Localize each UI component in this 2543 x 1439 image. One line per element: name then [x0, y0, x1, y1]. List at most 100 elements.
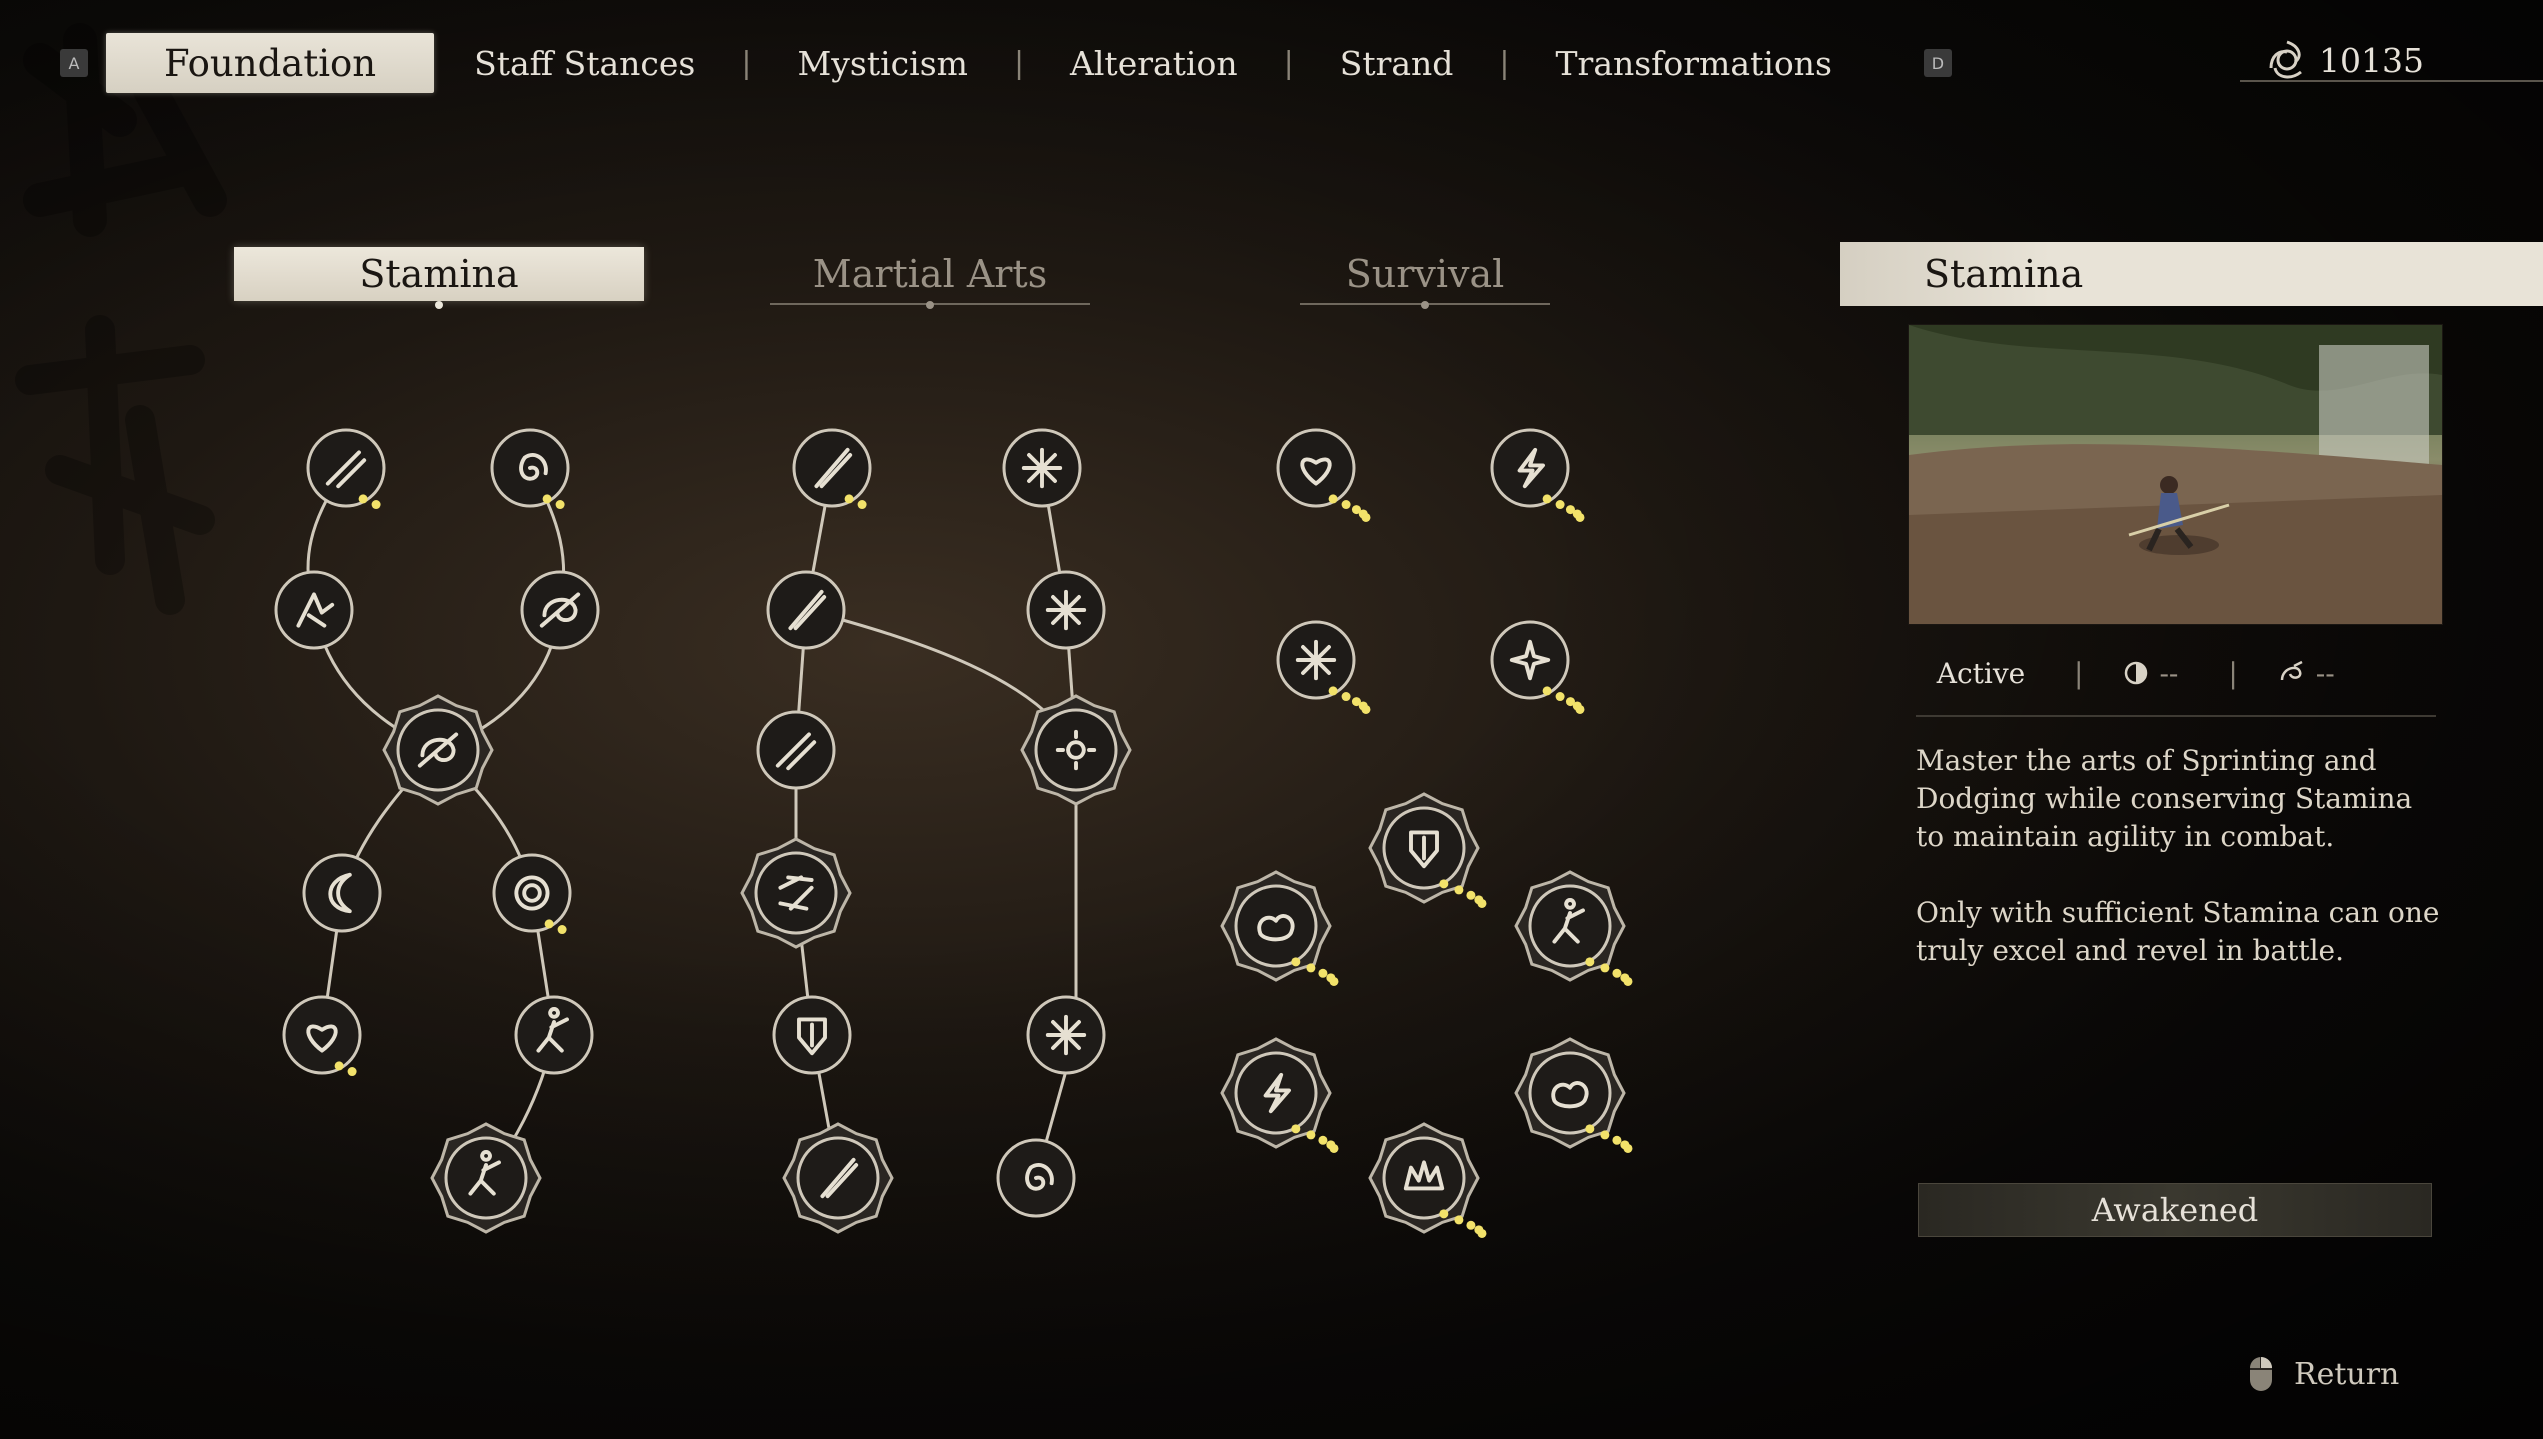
upgrade-dot — [1361, 704, 1371, 714]
skill-node[interactable] — [1002, 428, 1082, 508]
node-circle — [282, 995, 362, 1075]
upgrade-dot — [1439, 1209, 1449, 1219]
upgrade-dot — [857, 500, 867, 510]
upgrade-dot — [1477, 898, 1487, 908]
upgrade-dot — [1341, 692, 1351, 702]
skill-node[interactable] — [492, 853, 572, 935]
upgrade-dot — [1318, 968, 1328, 978]
upgrade-dot — [1600, 1130, 1610, 1140]
skill-node[interactable] — [740, 837, 852, 949]
upgrade-dot — [1306, 963, 1316, 973]
skill-node[interactable] — [1514, 1037, 1633, 1153]
skill-node[interactable] — [1220, 870, 1339, 986]
skill-node[interactable] — [766, 570, 846, 650]
upgrade-dot — [542, 494, 552, 504]
stats-divider — [1916, 715, 2436, 717]
upgrade-dot — [1328, 686, 1338, 696]
skill-node[interactable] — [1490, 428, 1585, 522]
node-circle — [1528, 1051, 1612, 1135]
upgrade-dot — [1623, 1143, 1633, 1153]
upgrade-dot — [1329, 1143, 1339, 1153]
node-circle — [754, 851, 838, 935]
node-circle — [1528, 884, 1612, 968]
skill-node[interactable] — [514, 995, 594, 1075]
node-circle — [1490, 428, 1570, 508]
node-circle — [444, 1136, 528, 1220]
burst-icon — [1045, 589, 1087, 631]
skill-status: Active — [1936, 656, 2026, 690]
upgrade-dot — [1328, 494, 1338, 504]
skill-node[interactable] — [430, 1122, 542, 1234]
skill-node[interactable] — [756, 710, 836, 790]
moon-phase-icon — [2125, 661, 2148, 685]
skill-node[interactable] — [996, 1138, 1076, 1218]
upgrade-dot — [1341, 500, 1351, 510]
node-circle — [1234, 1051, 1318, 1135]
skill-node[interactable] — [1276, 620, 1371, 714]
upgrade-dot — [1439, 879, 1449, 889]
node-circle — [1034, 708, 1118, 792]
upgrade-dot — [1555, 500, 1565, 510]
upgrade-dot — [1585, 957, 1595, 967]
upgrade-dot — [1585, 1124, 1595, 1134]
skill-node[interactable] — [1368, 792, 1487, 908]
skill-node[interactable] — [782, 1122, 894, 1234]
skill-node[interactable] — [1368, 1122, 1487, 1238]
upgrade-dot — [844, 494, 854, 504]
skill-node[interactable] — [382, 694, 494, 806]
upgrade-dot — [557, 925, 567, 935]
stat2-value: -- — [2315, 656, 2335, 690]
currency-display: 10135 — [2265, 38, 2424, 82]
node-circle — [1490, 620, 1570, 700]
skill-node[interactable] — [274, 570, 354, 650]
return-button[interactable]: Return — [2248, 1355, 2399, 1393]
upgrade-dot — [334, 1061, 344, 1071]
upgrade-dot — [1612, 1135, 1622, 1145]
panel-title: Stamina — [1840, 242, 2543, 306]
upgrade-dot — [555, 500, 565, 510]
node-circle — [274, 570, 354, 650]
skill-node[interactable] — [282, 995, 362, 1077]
upgrade-dot — [1575, 512, 1585, 522]
skill-node[interactable] — [306, 428, 386, 510]
skill-node[interactable] — [772, 995, 852, 1075]
awakened-label: Awakened — [2091, 1191, 2259, 1229]
spirit-swirl-icon — [2269, 40, 2302, 79]
upgrade-dot — [1542, 494, 1552, 504]
upgrade-dot — [1542, 686, 1552, 696]
currency-underline — [2240, 80, 2543, 82]
node-circle — [492, 853, 572, 933]
node-circle — [1276, 428, 1356, 508]
skill-node[interactable] — [1026, 995, 1106, 1075]
skill-node[interactable] — [490, 428, 570, 510]
skill-node[interactable] — [1490, 620, 1585, 714]
awakened-button[interactable]: Awakened — [1918, 1183, 2432, 1237]
skill-node[interactable] — [1220, 1037, 1339, 1153]
skill-stats-row: Active | -- | -- — [1916, 648, 2436, 698]
upgrade-dot — [1466, 1220, 1476, 1230]
upgrade-dot — [371, 500, 381, 510]
currency-value: 10135 — [2319, 40, 2424, 80]
swirl-cost-icon — [2280, 660, 2303, 681]
skill-node[interactable] — [1514, 870, 1633, 986]
upgrade-dot — [1318, 1135, 1328, 1145]
preview-scene — [1909, 325, 2442, 624]
upgrade-dot — [1555, 692, 1565, 702]
tree-connections — [306, 467, 1078, 1179]
upgrade-dot — [358, 494, 368, 504]
skill-node[interactable] — [1020, 694, 1132, 806]
upgrade-dot — [1612, 968, 1622, 978]
burst-icon — [1021, 447, 1063, 489]
skill-node[interactable] — [302, 853, 382, 933]
next-tab-key[interactable]: D — [1923, 49, 1952, 77]
skill-node[interactable] — [1026, 570, 1106, 650]
description-paragraph-2: Only with sufficient Stamina can one tru… — [1916, 896, 2440, 967]
stats-separator: | — [2074, 656, 2084, 690]
skill-node[interactable] — [520, 570, 600, 650]
mouse-icon — [2250, 1357, 2272, 1391]
skill-node[interactable] — [1276, 428, 1371, 522]
upgrade-dot — [1600, 963, 1610, 973]
skill-preview-image — [1909, 325, 2442, 624]
skill-tree — [274, 428, 1633, 1238]
skill-node[interactable] — [792, 428, 872, 510]
